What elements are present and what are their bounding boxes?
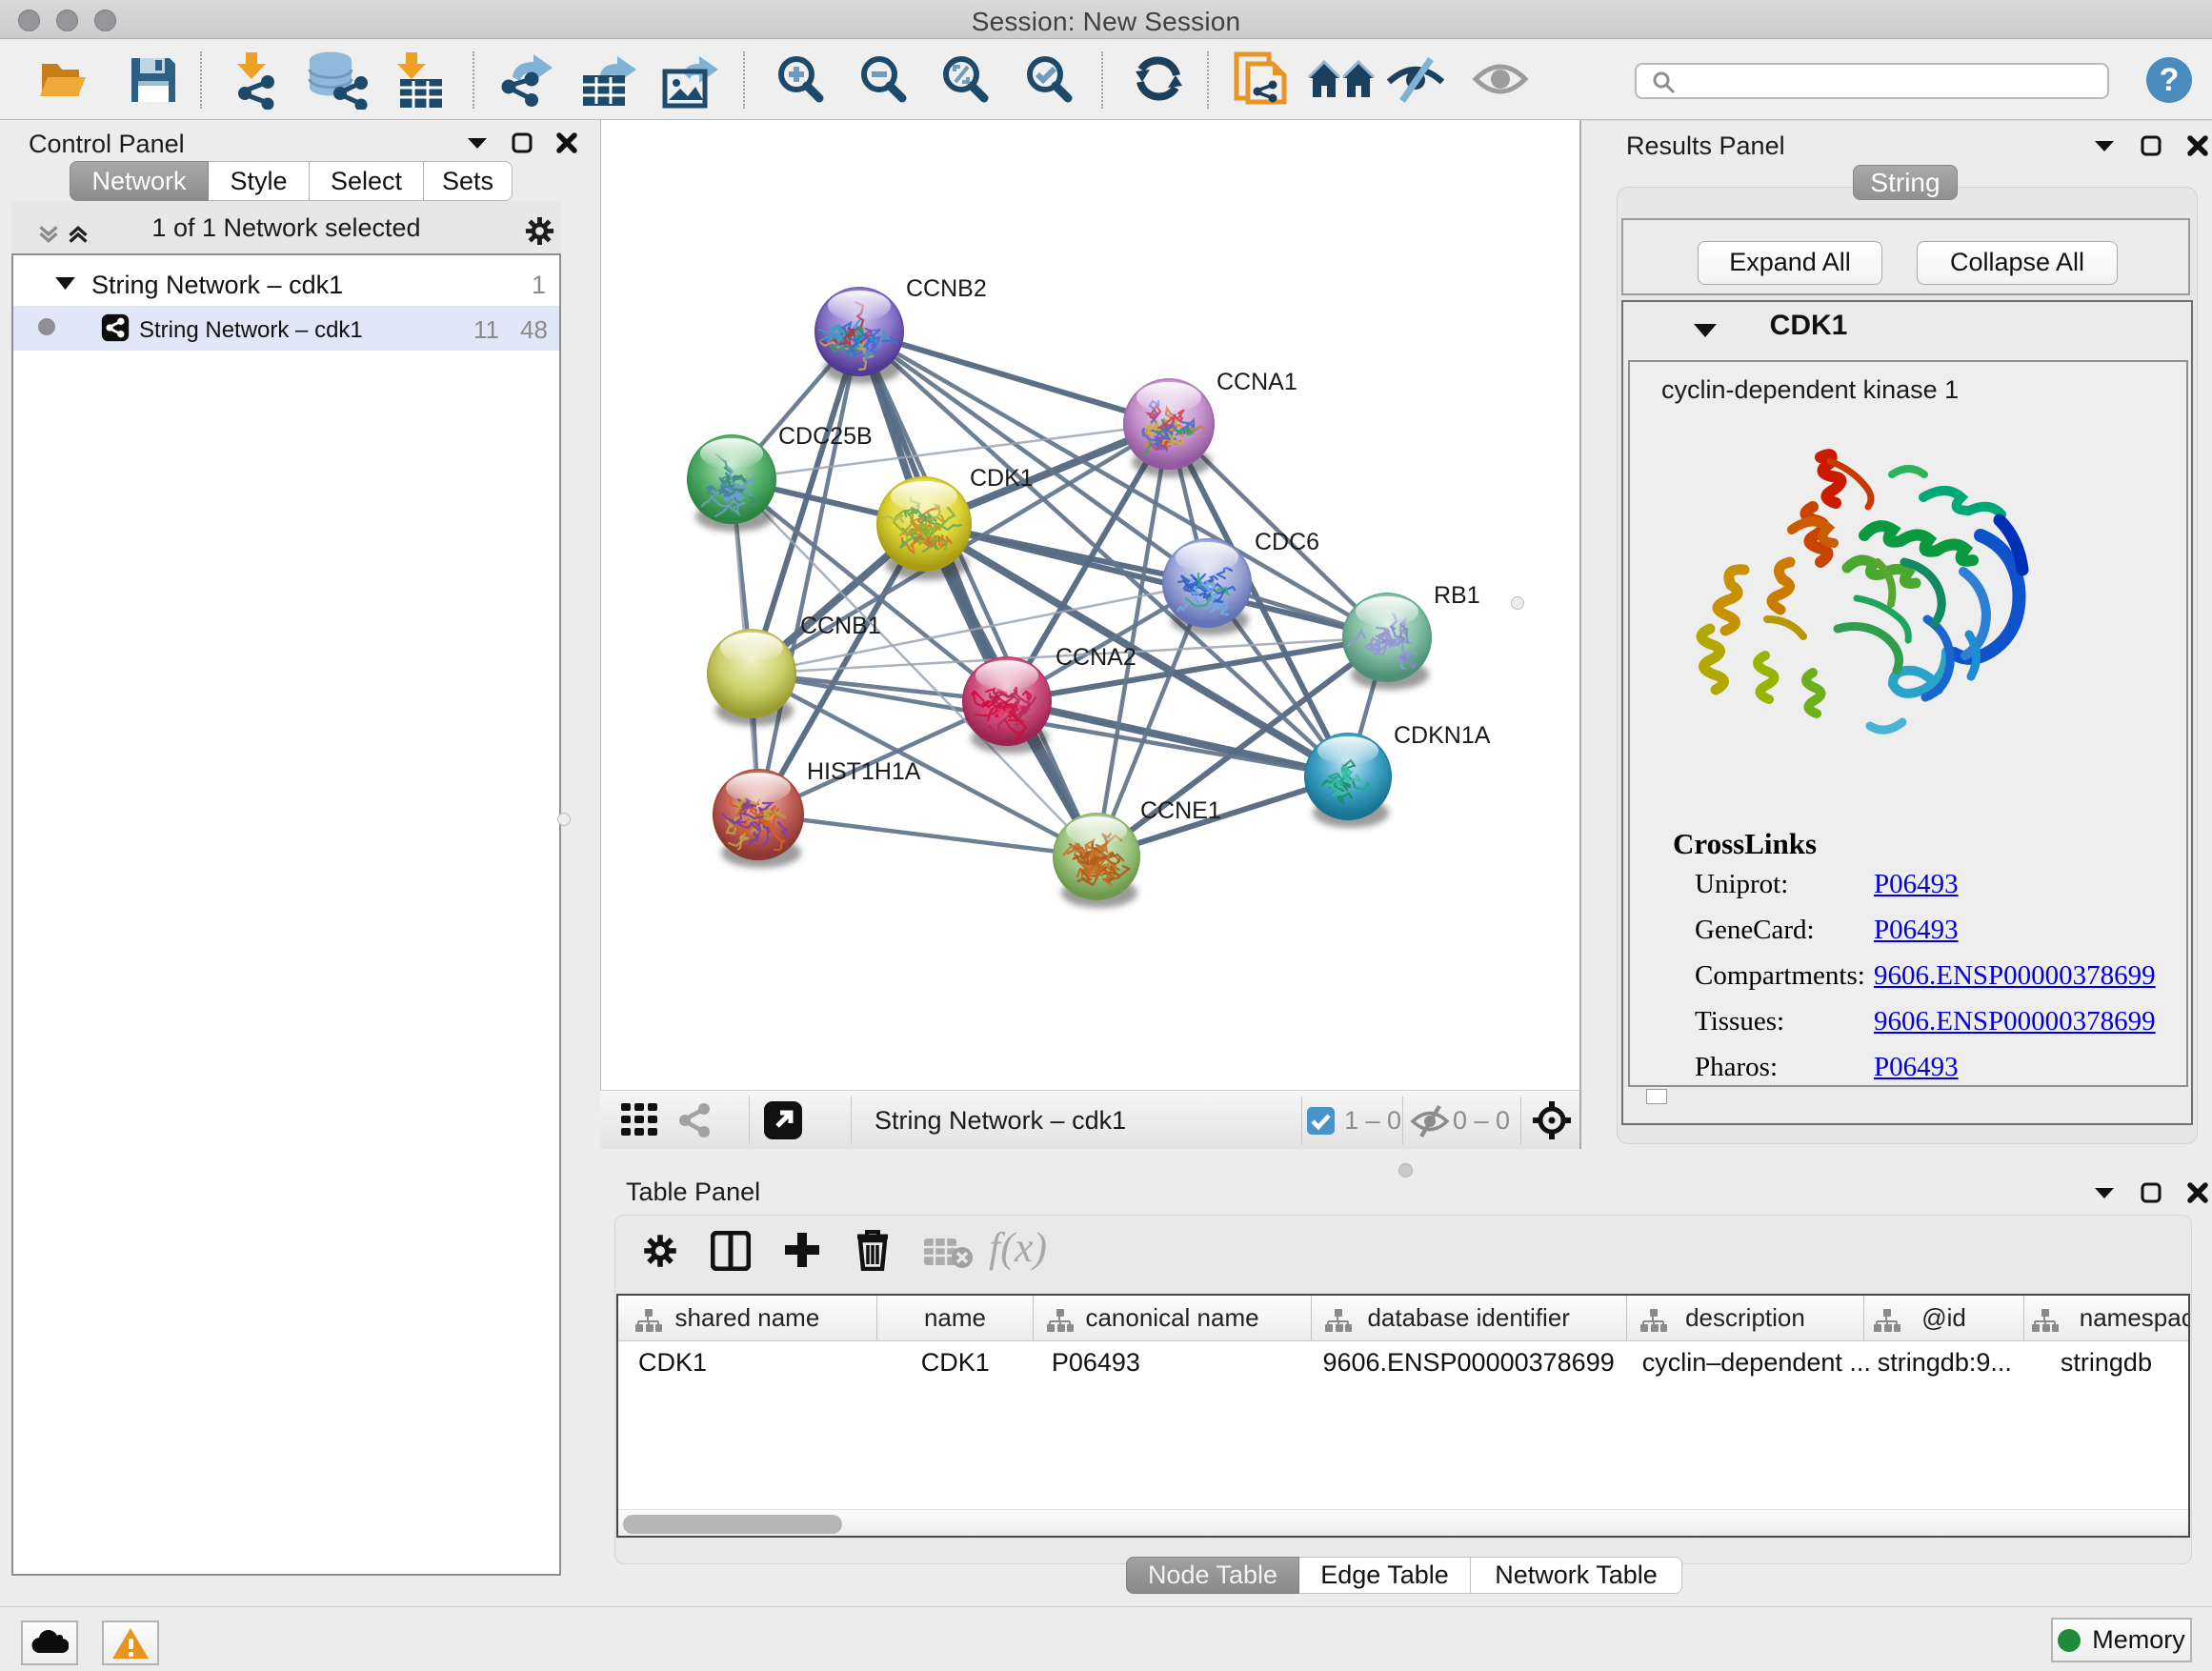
svg-text:HIST1H1A: HIST1H1A xyxy=(807,758,921,785)
svg-text:CDKN1A: CDKN1A xyxy=(1394,722,1491,749)
svg-text:CCNA1: CCNA1 xyxy=(1217,369,1297,395)
svg-text:CCNE1: CCNE1 xyxy=(1140,797,1221,824)
svg-text:?: ? xyxy=(2160,62,2180,98)
svg-text:CCNB1: CCNB1 xyxy=(800,613,881,639)
svg-text:CDC25B: CDC25B xyxy=(778,423,873,450)
svg-text:RB1: RB1 xyxy=(1434,582,1480,609)
svg-text:CDC6: CDC6 xyxy=(1255,529,1319,555)
svg-text:CCNB2: CCNB2 xyxy=(906,275,987,302)
svg-text:CCNA2: CCNA2 xyxy=(1056,644,1136,671)
svg-text:CDK1: CDK1 xyxy=(970,465,1034,492)
